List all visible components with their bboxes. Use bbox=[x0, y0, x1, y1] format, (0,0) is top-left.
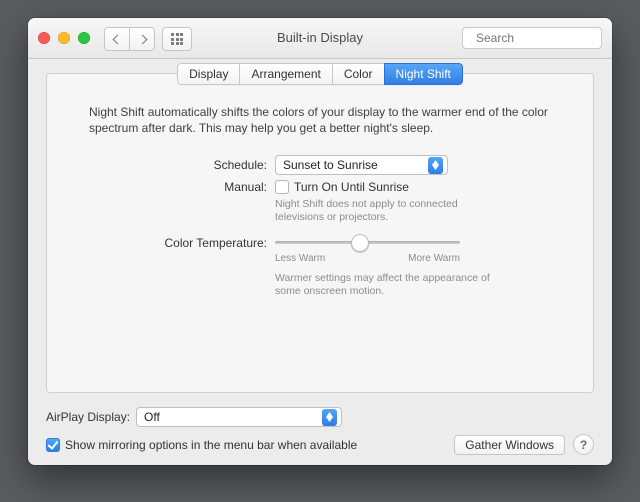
titlebar: Built-in Display bbox=[28, 18, 612, 59]
mirroring-row[interactable]: Show mirroring options in the menu bar w… bbox=[46, 438, 357, 452]
tab-night-shift[interactable]: Night Shift bbox=[384, 63, 463, 85]
manual-checkbox-row[interactable]: Turn On Until Sunrise bbox=[275, 180, 409, 194]
content-panel: Display Arrangement Color Night Shift Ni… bbox=[46, 73, 594, 393]
tabbar: Display Arrangement Color Night Shift bbox=[47, 63, 593, 85]
slider-max-label: More Warm bbox=[408, 253, 460, 264]
popup-arrows-icon bbox=[428, 157, 443, 174]
schedule-label: Schedule: bbox=[47, 158, 275, 172]
temperature-hint: Warmer settings may affect the appearanc… bbox=[275, 272, 490, 298]
mirroring-checkbox[interactable] bbox=[46, 438, 60, 452]
manual-checkbox-label: Turn On Until Sunrise bbox=[294, 180, 409, 194]
mirroring-label: Show mirroring options in the menu bar w… bbox=[65, 438, 357, 452]
temperature-slider[interactable] bbox=[275, 234, 460, 250]
gather-windows-button[interactable]: Gather Windows bbox=[454, 435, 565, 455]
bottom-bar: AirPlay Display: Off Show mirroring opti… bbox=[46, 407, 594, 455]
intro-text: Night Shift automatically shifts the col… bbox=[89, 104, 551, 136]
schedule-popup[interactable]: Sunset to Sunrise bbox=[275, 155, 448, 175]
tab-color[interactable]: Color bbox=[332, 63, 385, 85]
airplay-label: AirPlay Display: bbox=[46, 410, 130, 424]
preferences-window: Built-in Display Display Arrangement Col… bbox=[28, 18, 612, 465]
airplay-value: Off bbox=[144, 410, 316, 424]
manual-label: Manual: bbox=[47, 180, 275, 194]
tab-arrangement[interactable]: Arrangement bbox=[239, 63, 332, 85]
slider-min-label: Less Warm bbox=[275, 253, 325, 264]
tab-display[interactable]: Display bbox=[177, 63, 240, 85]
manual-hint: Night Shift does not apply to connected … bbox=[275, 198, 490, 224]
schedule-value: Sunset to Sunrise bbox=[283, 158, 422, 172]
temperature-label: Color Temperature: bbox=[47, 234, 275, 250]
airplay-popup[interactable]: Off bbox=[136, 407, 342, 427]
search-input[interactable] bbox=[474, 30, 633, 46]
slider-thumb[interactable] bbox=[351, 234, 369, 252]
manual-checkbox[interactable] bbox=[275, 180, 289, 194]
form-area: Schedule: Sunset to Sunrise Manual: bbox=[47, 150, 593, 304]
popup-arrows-icon bbox=[322, 409, 337, 426]
help-button[interactable]: ? bbox=[573, 434, 594, 455]
search-field[interactable] bbox=[462, 27, 602, 49]
